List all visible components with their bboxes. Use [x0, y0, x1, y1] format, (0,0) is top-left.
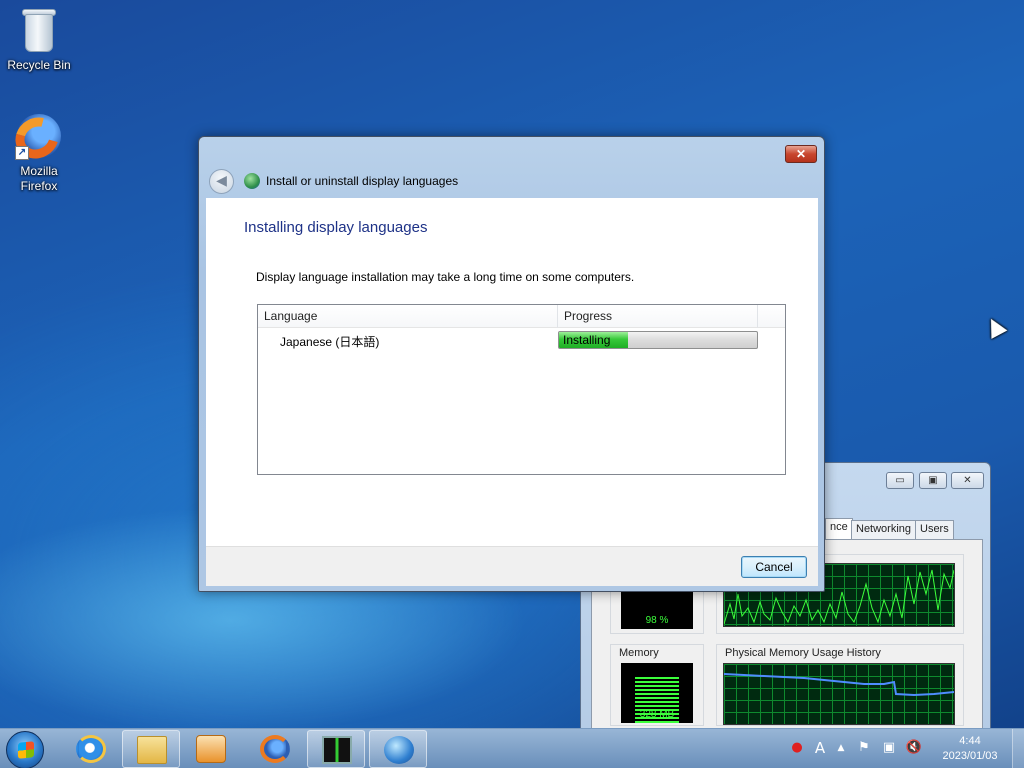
- close-button[interactable]: ✕: [785, 145, 817, 163]
- column-header-language[interactable]: Language: [258, 305, 558, 328]
- memory-history-line: [723, 673, 955, 697]
- list-header: Language Progress: [258, 305, 785, 328]
- dialog-footer: Cancel: [206, 546, 818, 586]
- maximize-button[interactable]: ▣: [919, 472, 947, 489]
- shortcut-arrow-icon: ↗: [15, 146, 29, 160]
- taskbar-internet-explorer[interactable]: [62, 730, 120, 768]
- start-button[interactable]: [6, 731, 44, 768]
- security-alert-icon[interactable]: ●: [788, 740, 806, 756]
- cpu-usage-meter: 98 %: [621, 589, 693, 629]
- page-heading: Installing display languages: [244, 219, 428, 236]
- media-player-icon: [196, 735, 226, 763]
- back-arrow-icon: ◀: [216, 173, 227, 189]
- memory-value: 328 MB: [639, 709, 675, 720]
- internet-explorer-icon: [76, 735, 106, 763]
- dialog-content: Installing display languages Display lan…: [206, 198, 818, 546]
- firefox-label-line1: Mozilla: [20, 164, 58, 178]
- cpu-usage-value: 98 %: [645, 615, 669, 626]
- close-button[interactable]: ✕: [951, 472, 984, 489]
- input-language-indicator[interactable]: A: [813, 740, 827, 756]
- system-clock[interactable]: 4:44 2023/01/03: [934, 734, 1006, 764]
- taskbar-windows-explorer[interactable]: [122, 730, 180, 768]
- display-languages-dialog: ✕ ◀ Install or uninstall display languag…: [198, 136, 825, 592]
- firefox-icon: ↗: [7, 109, 67, 167]
- volume-muted-icon[interactable]: 🔇: [905, 740, 923, 756]
- tab-performance[interactable]: nce: [825, 518, 853, 539]
- cancel-button[interactable]: Cancel: [741, 556, 807, 578]
- taskbar: ● A ▲ ⚑ ▣ 🔇 4:44 2023/01/03: [0, 728, 1024, 768]
- recycle-bin-label: Recycle Bin: [7, 58, 71, 72]
- memory-history-label: Physical Memory Usage History: [725, 647, 881, 659]
- show-desktop-button[interactable]: [1012, 729, 1024, 768]
- network-icon[interactable]: ▣: [880, 740, 898, 756]
- mouse-cursor-icon: [983, 314, 1008, 339]
- description-text: Display language installation may take a…: [256, 270, 635, 284]
- memory-meter: 328 MB: [621, 663, 693, 723]
- taskbar-firefox[interactable]: [246, 730, 304, 768]
- column-header-progress[interactable]: Progress: [558, 305, 758, 328]
- windows-logo-icon: [18, 741, 34, 759]
- tab-users[interactable]: Users: [915, 520, 954, 539]
- clock-date: 2023/01/03: [942, 750, 998, 762]
- minimize-button[interactable]: ▭: [886, 472, 914, 489]
- install-progress-bar: Installing: [558, 331, 758, 349]
- firefox-icon: [260, 735, 290, 763]
- action-center-flag-icon[interactable]: ⚑: [856, 740, 872, 756]
- clock-time: 4:44: [959, 735, 981, 747]
- tab-networking[interactable]: Networking: [851, 520, 917, 539]
- memory-group: Memory 328 MB: [610, 644, 704, 726]
- recycle-bin-icon: [15, 6, 63, 54]
- folder-icon: [137, 736, 167, 764]
- language-name: Japanese (日本語): [280, 335, 380, 349]
- show-hidden-icons-icon[interactable]: ▲: [835, 740, 847, 756]
- dialog-title: Install or uninstall display languages: [266, 174, 459, 188]
- back-button[interactable]: ◀: [209, 169, 234, 194]
- taskbar-media-player[interactable]: [182, 730, 240, 768]
- languages-list[interactable]: Language Progress Japanese (日本語) Install…: [257, 304, 786, 475]
- firefox-label-line2: Firefox: [20, 179, 58, 193]
- language-globe-icon: [384, 736, 414, 764]
- progress-status: Installing: [563, 333, 611, 347]
- memory-history-graph: [723, 663, 955, 725]
- recycle-bin-desktop-icon[interactable]: Recycle Bin: [1, 6, 77, 73]
- firefox-desktop-icon[interactable]: ↗ Mozilla Firefox: [1, 109, 77, 194]
- taskbar-display-languages[interactable]: [369, 730, 427, 768]
- taskbar-task-manager[interactable]: [307, 730, 365, 768]
- memory-label: Memory: [619, 647, 659, 659]
- language-globe-icon: [244, 173, 260, 189]
- task-manager-icon: [322, 736, 352, 764]
- memory-history-group: Physical Memory Usage History: [716, 644, 964, 726]
